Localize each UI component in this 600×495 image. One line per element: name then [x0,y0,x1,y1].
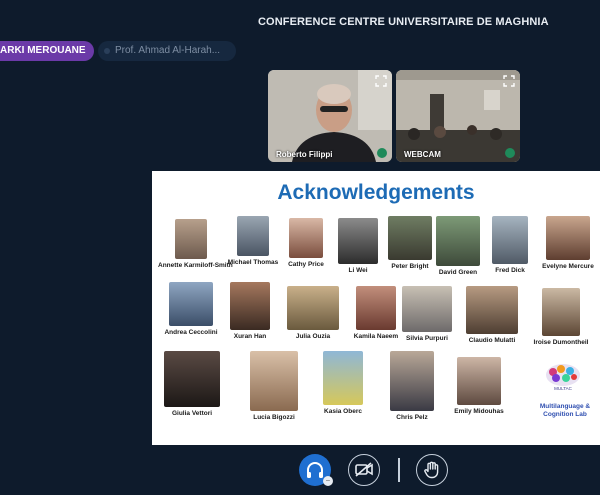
person-photo [323,351,363,405]
person-photo [402,286,452,332]
person-photo [492,216,528,264]
person-name: Julia Ouzia [295,333,331,340]
person-card: Peter Bright [386,216,434,271]
person-card: Andrea Ceccolini [158,282,224,337]
mic-icon[interactable] [377,148,387,158]
person-photo [237,216,269,256]
video-tile-webcam[interactable]: WEBCAM [396,70,520,162]
person-photo [338,218,378,264]
person-name: Lucia Bigozzi [253,414,295,421]
fullscreen-icon[interactable] [375,75,387,87]
participant-pill[interactable]: Prof. Ahmad Al-Harah... [98,41,236,61]
person-photo [164,351,220,407]
person-photo [542,288,580,336]
webcam-feed-image [396,70,520,162]
fullscreen-icon[interactable] [503,75,515,87]
presenter-name: ARKI MEROUANE [0,45,86,56]
person-name: Giulia Vettori [171,410,213,417]
person-card: Fred Dick [492,216,528,275]
person-name: Peter Bright [391,263,429,270]
meeting-title: CONFERENCE CENTRE UNIVERSITAIRE DE MAGHN… [258,16,549,28]
person-photo [169,282,213,326]
person-card: Evelyne Mercure [538,216,598,271]
person-name: Emily Midouhas [454,408,504,415]
status-dot [104,48,110,54]
minus-icon[interactable]: – [323,476,333,486]
person-card: David Green [436,216,480,277]
person-photo [436,216,480,266]
person-name: Fred Dick [495,267,525,274]
tile-name: WEBCAM [404,150,441,159]
person-photo [289,218,323,258]
person-name: Li Wei [348,267,368,274]
person-card: Iroise Dumontheil [526,288,596,347]
presentation-slide: Acknowledgements Annette Karmiloff-Smith… [152,171,600,445]
person-card: Li Wei [338,218,378,275]
person-name: Claudio Mulatti [468,337,516,344]
person-name: Cathy Price [288,261,324,268]
multac-logo-icon: MULTAC [546,364,580,391]
person-card: Kamila Naeem [352,286,400,341]
person-photo [388,216,432,260]
person-card: Lucia Bigozzi [246,351,302,422]
lab-logo-text: MULTAC [554,386,573,391]
person-name: Evelyne Mercure [542,263,594,270]
raise-hand-button[interactable] [416,454,448,486]
video-toggle-button[interactable] [348,454,380,486]
person-card: Kasia Oberc [320,351,366,416]
person-card: Claudio Mulatti [464,286,520,345]
person-photo [356,286,396,330]
person-photo [466,286,518,334]
person-name: Silvia Purpuri [406,335,448,342]
person-photo [175,219,207,259]
person-photo [546,216,590,260]
person-card: Cathy Price [286,218,326,269]
person-card: Julia Ouzia [284,286,342,341]
person-photo [230,282,270,330]
person-card: Giulia Vettori [162,351,222,418]
presenter-pill[interactable]: ARKI MEROUANE [0,41,94,61]
person-name: Xuran Han [233,333,267,340]
controls-divider [398,458,400,482]
person-photo [457,357,501,405]
person-photo [250,351,298,411]
person-name: Michael Thomas [227,259,279,266]
raise-hand-icon [424,461,439,479]
person-card: Annette Karmiloff-Smith [158,219,233,270]
participant-name: Prof. Ahmad Al-Harah... [115,45,221,56]
mic-icon[interactable] [505,148,515,158]
slide-title: Acknowledgements [277,181,475,204]
video-tile-roberto[interactable]: Roberto Filippi [268,70,392,162]
person-card: Michael Thomas [226,216,280,267]
person-name: Kamila Naeem [353,333,399,340]
person-name: Kasia Oberc [324,408,362,415]
person-name: David Green [438,269,478,276]
person-card: Emily Midouhas [448,357,510,416]
person-card: Chris Pelz [388,351,436,422]
person-name: Andrea Ceccolini [164,329,218,336]
webcam-feed-image [268,70,392,162]
person-card: Xuran Han [228,282,272,341]
person-photo [287,286,339,330]
person-name: Iroise Dumontheil [533,339,589,346]
person-card: Silvia Purpuri [400,286,454,343]
video-off-icon [355,462,373,477]
person-name: Annette Karmiloff-Smith [158,262,233,269]
person-photo [390,351,434,411]
person-name: Chris Pelz [396,414,428,421]
tile-name: Roberto Filippi [276,150,333,159]
lab-name: Multilanguage & Cognition Lab [539,403,591,418]
